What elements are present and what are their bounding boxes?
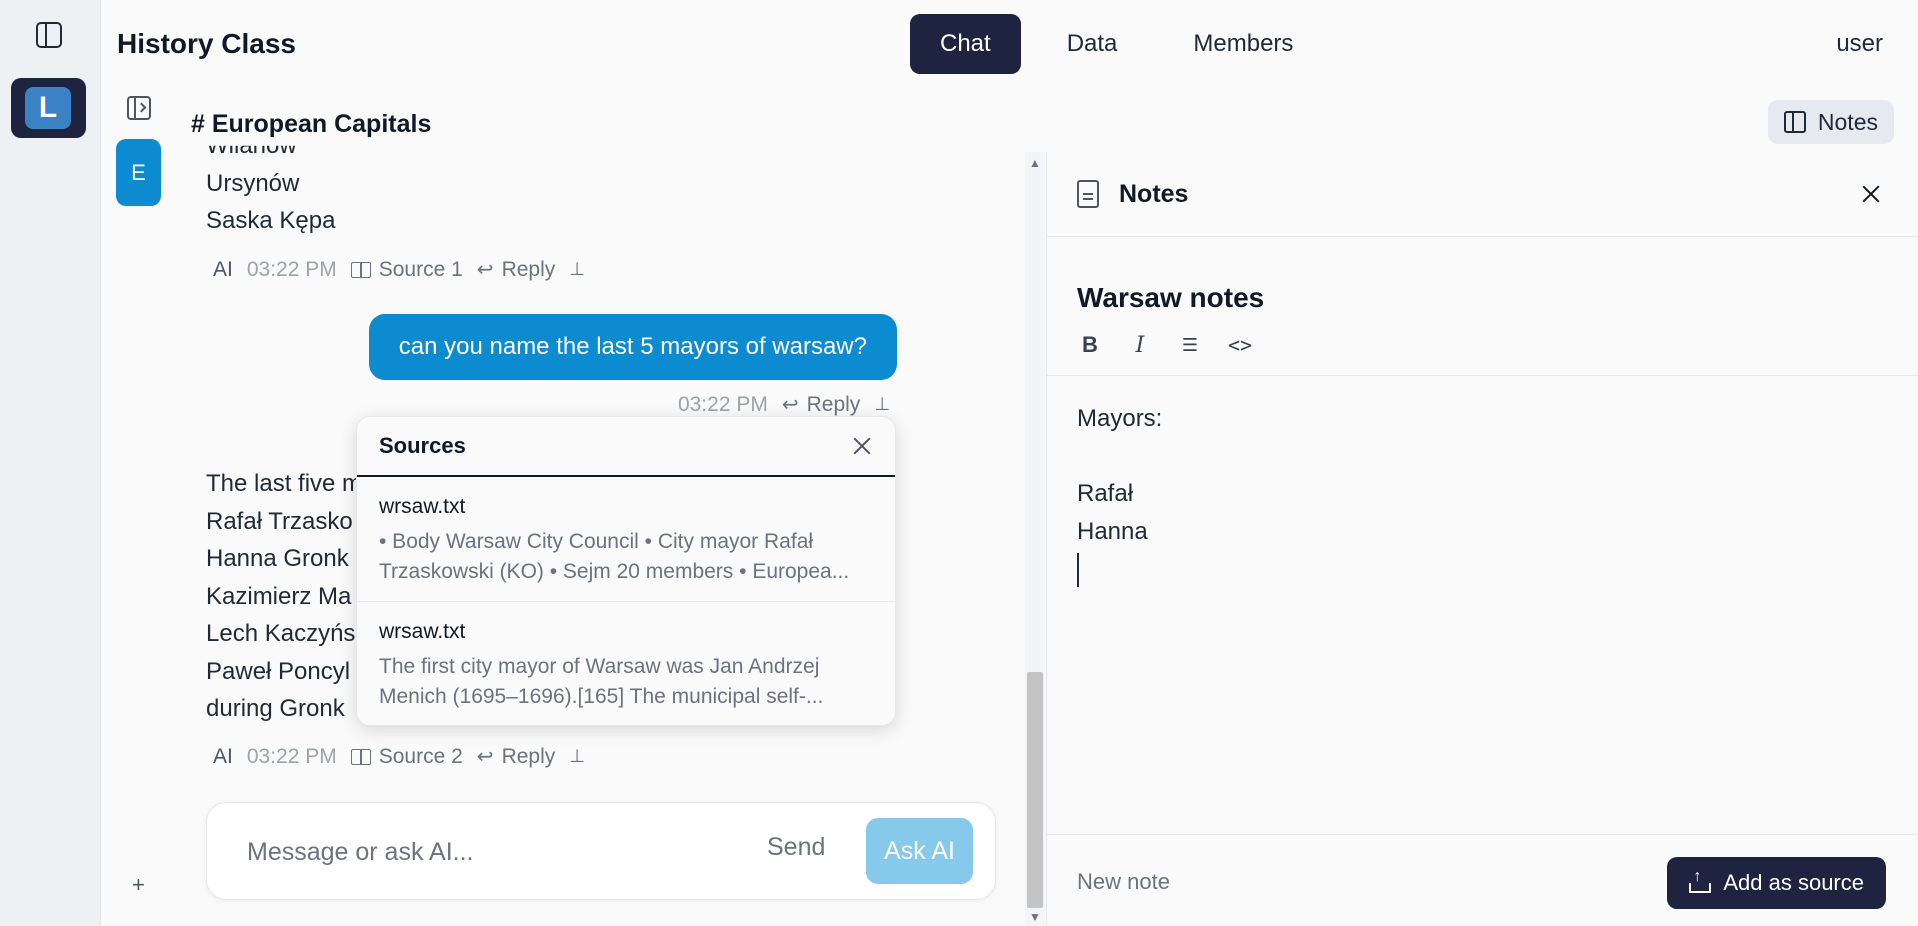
timestamp: 03:22 PM (246, 257, 337, 281)
code-icon[interactable]: <> (1227, 332, 1253, 358)
message-line: Wilanów (206, 132, 297, 159)
source-2-button[interactable]: Source 2 (350, 744, 463, 769)
notes-toggle-button[interactable]: Notes (1767, 100, 1894, 144)
book-icon (350, 748, 371, 765)
scroll-down-icon[interactable]: ▼ (1029, 910, 1041, 924)
message-meta: AI 03:22 PM Source 2 ↩ Reply ⊥ (213, 744, 585, 769)
message-line: Rafał Trzasko (206, 507, 353, 535)
notes-panel-title: Notes (1119, 179, 1189, 208)
source-filename: wrsaw.txt (379, 620, 466, 643)
source-item[interactable]: wrsaw.txt The first city mayor of Warsaw… (357, 602, 895, 725)
tab-members[interactable]: Members (1163, 14, 1323, 74)
ask-ai-button[interactable]: Ask AI (866, 818, 973, 884)
message-line: The last five m (206, 470, 363, 497)
source-snippet: The first city mayor of Warsaw was Jan A… (379, 655, 824, 708)
note-line: Hanna (1077, 517, 1148, 545)
ai-message-2: The last five m Rafał Trzasko Hanna Gron… (206, 465, 362, 728)
italic-icon[interactable]: I (1127, 332, 1153, 358)
user-message-meta: 03:22 PM ↩ Reply ⊥ (678, 392, 890, 417)
chat-scrollbar[interactable]: ▲ ▼ (1025, 152, 1045, 926)
scroll-up-icon[interactable]: ▲ (1029, 156, 1041, 170)
list-icon[interactable]: ☰ (1177, 332, 1203, 358)
notes-toggle-label: Notes (1817, 108, 1878, 135)
document-icon (1077, 180, 1099, 208)
panel-collapse-icon[interactable] (127, 96, 151, 120)
message-input[interactable] (247, 833, 727, 871)
user-message-bubble: can you name the last 5 mayors of warsaw… (368, 314, 897, 380)
new-note-button[interactable]: New note (1077, 869, 1170, 895)
message-line: Lech Kaczyńs (206, 620, 356, 647)
message-meta: AI 03:22 PM Source 1 ↩ Reply ⊥ (213, 257, 585, 282)
sender-label: AI (213, 744, 233, 768)
tab-chat[interactable]: Chat (910, 14, 1021, 74)
sources-header: Sources (357, 417, 895, 477)
pin-icon[interactable]: ⊥ (874, 394, 890, 415)
note-line (1077, 438, 1162, 476)
workspace-button[interactable]: L (11, 78, 86, 138)
text-caret (1077, 550, 1162, 588)
left-rail: L (0, 0, 101, 926)
notes-footer: New note Add as source (1047, 834, 1918, 926)
sidebar-toggle-icon[interactable] (36, 22, 62, 48)
reply-label: Reply (501, 257, 556, 281)
source-label: Source 1 (378, 257, 463, 281)
ai-message-1: Wilanów Ursynów Saska Kępa (206, 127, 335, 240)
sender-label: AI (213, 257, 233, 281)
bold-icon[interactable]: B (1077, 332, 1103, 358)
reply-icon: ↩ (476, 746, 494, 768)
scroll-thumb[interactable] (1027, 672, 1043, 908)
reply-button[interactable]: ↩ Reply (477, 744, 555, 769)
notes-header: Notes (1047, 152, 1918, 237)
pin-icon[interactable]: ⊥ (569, 746, 585, 767)
message-line: Saska Kępa (206, 207, 336, 234)
add-source-label: Add as source (1723, 870, 1864, 895)
close-icon[interactable] (851, 435, 873, 457)
timestamp: 03:22 PM (246, 744, 337, 768)
timestamp: 03:22 PM (677, 392, 768, 416)
send-button[interactable]: Send (767, 833, 825, 862)
message-line: Ursynów (206, 169, 300, 197)
close-icon[interactable] (1860, 183, 1882, 205)
reply-button[interactable]: ↩ Reply (782, 392, 860, 417)
divider (1047, 375, 1918, 376)
source-1-button[interactable]: Source 1 (350, 257, 463, 282)
format-toolbar: B I ☰ <> (1077, 332, 1253, 358)
workspace-avatar: L (25, 87, 71, 129)
add-as-source-button[interactable]: Add as source (1667, 857, 1886, 909)
note-line: Rafał (1077, 480, 1134, 507)
message-line: Hanna Gronk (206, 545, 349, 572)
message-line: Paweł Poncyl (206, 657, 351, 685)
tab-data[interactable]: Data (1037, 14, 1148, 74)
reply-icon: ↩ (781, 394, 799, 416)
book-icon (350, 261, 371, 278)
sources-popover: Sources wrsaw.txt • Body Warsaw City Cou… (356, 416, 896, 726)
source-snippet: • Body Warsaw City Council • City mayor … (379, 530, 850, 583)
upload-icon (1689, 868, 1712, 893)
reply-icon: ↩ (476, 259, 494, 281)
sources-title: Sources (379, 433, 466, 458)
source-label: Source 2 (378, 744, 463, 768)
user-menu[interactable]: user (1836, 30, 1883, 58)
note-title[interactable]: Warsaw notes (1077, 282, 1264, 314)
reply-button[interactable]: ↩ Reply (477, 257, 555, 282)
pin-icon[interactable]: ⊥ (569, 259, 585, 280)
message-composer: Send Ask AI (206, 802, 996, 900)
message-line: Kazimierz Ma (206, 582, 352, 610)
source-item[interactable]: wrsaw.txt • Body Warsaw City Council • C… (357, 477, 895, 602)
reply-label: Reply (501, 744, 556, 768)
app-title: History Class (117, 28, 296, 59)
add-channel-button[interactable]: + (132, 872, 145, 898)
avatar: E (116, 139, 161, 206)
note-line: Mayors: (1077, 405, 1163, 432)
source-filename: wrsaw.txt (379, 495, 466, 518)
main-tabs: Chat Data Members (910, 14, 1323, 74)
note-editor[interactable]: Mayors: Rafał Hanna (1077, 400, 1162, 588)
panel-icon (1783, 111, 1806, 133)
notes-panel: Notes Warsaw notes B I ☰ <> Mayors: Rafa… (1046, 152, 1918, 926)
reply-label: Reply (806, 392, 861, 416)
message-line: during Gronk (206, 695, 345, 722)
